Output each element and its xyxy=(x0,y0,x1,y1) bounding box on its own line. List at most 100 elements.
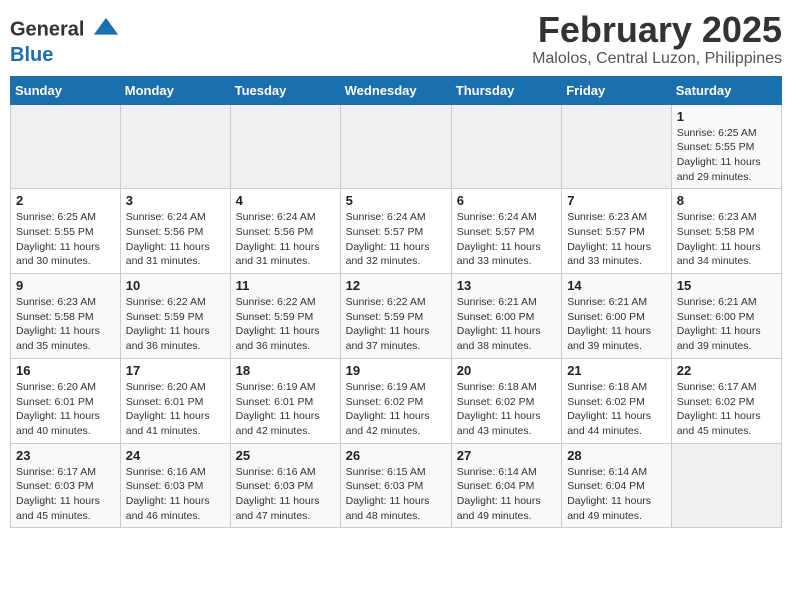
day-cell: 17 Sunrise: 6:20 AM Sunset: 6:01 PM Dayli… xyxy=(120,358,230,443)
day-info: Sunrise: 6:16 AM Sunset: 6:03 PM Dayligh… xyxy=(236,465,335,524)
day-number: 17 xyxy=(126,363,225,378)
day-cell xyxy=(230,104,340,189)
col-header-sunday: Sunday xyxy=(11,76,121,104)
logo: General Blue xyxy=(10,16,120,66)
day-info: Sunrise: 6:15 AM Sunset: 6:03 PM Dayligh… xyxy=(346,465,446,524)
day-number: 3 xyxy=(126,193,225,208)
day-number: 28 xyxy=(567,448,666,463)
day-cell: 26 Sunrise: 6:15 AM Sunset: 6:03 PM Dayli… xyxy=(340,443,451,528)
day-info: Sunrise: 6:24 AM Sunset: 5:57 PM Dayligh… xyxy=(457,210,556,269)
day-number: 16 xyxy=(16,363,115,378)
day-cell: 27 Sunrise: 6:14 AM Sunset: 6:04 PM Dayli… xyxy=(451,443,561,528)
day-number: 24 xyxy=(126,448,225,463)
day-cell: 15 Sunrise: 6:21 AM Sunset: 6:00 PM Dayli… xyxy=(671,274,781,359)
day-cell: 11 Sunrise: 6:22 AM Sunset: 5:59 PM Dayli… xyxy=(230,274,340,359)
day-number: 13 xyxy=(457,278,556,293)
day-number: 26 xyxy=(346,448,446,463)
day-info: Sunrise: 6:21 AM Sunset: 6:00 PM Dayligh… xyxy=(567,295,666,354)
day-number: 23 xyxy=(16,448,115,463)
day-cell xyxy=(562,104,672,189)
day-cell: 20 Sunrise: 6:18 AM Sunset: 6:02 PM Dayli… xyxy=(451,358,561,443)
day-cell: 7 Sunrise: 6:23 AM Sunset: 5:57 PM Daylig… xyxy=(562,189,672,274)
day-info: Sunrise: 6:14 AM Sunset: 6:04 PM Dayligh… xyxy=(567,465,666,524)
col-header-thursday: Thursday xyxy=(451,76,561,104)
day-info: Sunrise: 6:24 AM Sunset: 5:56 PM Dayligh… xyxy=(236,210,335,269)
day-info: Sunrise: 6:22 AM Sunset: 5:59 PM Dayligh… xyxy=(346,295,446,354)
week-row-3: 9 Sunrise: 6:23 AM Sunset: 5:58 PM Daylig… xyxy=(11,274,782,359)
week-row-2: 2 Sunrise: 6:25 AM Sunset: 5:55 PM Daylig… xyxy=(11,189,782,274)
day-cell: 5 Sunrise: 6:24 AM Sunset: 5:57 PM Daylig… xyxy=(340,189,451,274)
day-cell: 2 Sunrise: 6:25 AM Sunset: 5:55 PM Daylig… xyxy=(11,189,121,274)
month-title: February 2025 xyxy=(532,10,782,50)
day-info: Sunrise: 6:25 AM Sunset: 5:55 PM Dayligh… xyxy=(677,126,776,185)
day-info: Sunrise: 6:17 AM Sunset: 6:03 PM Dayligh… xyxy=(16,465,115,524)
day-number: 21 xyxy=(567,363,666,378)
col-header-friday: Friday xyxy=(562,76,672,104)
day-number: 4 xyxy=(236,193,335,208)
day-number: 7 xyxy=(567,193,666,208)
day-cell xyxy=(671,443,781,528)
day-info: Sunrise: 6:20 AM Sunset: 6:01 PM Dayligh… xyxy=(16,380,115,439)
day-info: Sunrise: 6:24 AM Sunset: 5:57 PM Dayligh… xyxy=(346,210,446,269)
day-info: Sunrise: 6:19 AM Sunset: 6:02 PM Dayligh… xyxy=(346,380,446,439)
day-info: Sunrise: 6:17 AM Sunset: 6:02 PM Dayligh… xyxy=(677,380,776,439)
day-number: 25 xyxy=(236,448,335,463)
col-header-monday: Monday xyxy=(120,76,230,104)
day-number: 9 xyxy=(16,278,115,293)
day-cell: 6 Sunrise: 6:24 AM Sunset: 5:57 PM Daylig… xyxy=(451,189,561,274)
day-cell xyxy=(120,104,230,189)
day-cell: 18 Sunrise: 6:19 AM Sunset: 6:01 PM Dayli… xyxy=(230,358,340,443)
day-cell: 4 Sunrise: 6:24 AM Sunset: 5:56 PM Daylig… xyxy=(230,189,340,274)
day-cell xyxy=(340,104,451,189)
day-number: 15 xyxy=(677,278,776,293)
day-cell xyxy=(451,104,561,189)
day-number: 2 xyxy=(16,193,115,208)
day-cell: 16 Sunrise: 6:20 AM Sunset: 6:01 PM Dayli… xyxy=(11,358,121,443)
day-number: 22 xyxy=(677,363,776,378)
day-info: Sunrise: 6:24 AM Sunset: 5:56 PM Dayligh… xyxy=(126,210,225,269)
day-number: 18 xyxy=(236,363,335,378)
day-info: Sunrise: 6:23 AM Sunset: 5:57 PM Dayligh… xyxy=(567,210,666,269)
day-number: 5 xyxy=(346,193,446,208)
col-header-saturday: Saturday xyxy=(671,76,781,104)
day-info: Sunrise: 6:21 AM Sunset: 6:00 PM Dayligh… xyxy=(677,295,776,354)
day-info: Sunrise: 6:22 AM Sunset: 5:59 PM Dayligh… xyxy=(126,295,225,354)
logo-blue: Blue xyxy=(10,44,120,66)
col-header-tuesday: Tuesday xyxy=(230,76,340,104)
day-cell: 10 Sunrise: 6:22 AM Sunset: 5:59 PM Dayli… xyxy=(120,274,230,359)
day-number: 11 xyxy=(236,278,335,293)
day-info: Sunrise: 6:23 AM Sunset: 5:58 PM Dayligh… xyxy=(677,210,776,269)
day-number: 10 xyxy=(126,278,225,293)
week-row-1: 1 Sunrise: 6:25 AM Sunset: 5:55 PM Daylig… xyxy=(11,104,782,189)
day-cell: 28 Sunrise: 6:14 AM Sunset: 6:04 PM Dayli… xyxy=(562,443,672,528)
day-info: Sunrise: 6:19 AM Sunset: 6:01 PM Dayligh… xyxy=(236,380,335,439)
day-number: 14 xyxy=(567,278,666,293)
week-row-5: 23 Sunrise: 6:17 AM Sunset: 6:03 PM Dayli… xyxy=(11,443,782,528)
day-number: 12 xyxy=(346,278,446,293)
day-info: Sunrise: 6:22 AM Sunset: 5:59 PM Dayligh… xyxy=(236,295,335,354)
day-cell: 24Sunrise: 6:16 AM Sunset: 6:03 PM Dayli… xyxy=(120,443,230,528)
day-info: Sunrise: 6:14 AM Sunset: 6:04 PM Dayligh… xyxy=(457,465,556,524)
day-number: 19 xyxy=(346,363,446,378)
header: General Blue February 2025 Malolos, Cent… xyxy=(10,10,782,68)
day-number: 27 xyxy=(457,448,556,463)
day-number: 1 xyxy=(677,109,776,124)
day-cell: 12 Sunrise: 6:22 AM Sunset: 5:59 PM Dayli… xyxy=(340,274,451,359)
day-info: Sunrise: 6:18 AM Sunset: 6:02 PM Dayligh… xyxy=(457,380,556,439)
day-cell: 9 Sunrise: 6:23 AM Sunset: 5:58 PM Daylig… xyxy=(11,274,121,359)
title-block: February 2025 Malolos, Central Luzon, Ph… xyxy=(532,10,782,68)
day-cell: 25 Sunrise: 6:16 AM Sunset: 6:03 PM Dayli… xyxy=(230,443,340,528)
logo-general: General xyxy=(10,16,120,44)
day-info: Sunrise: 6:25 AM Sunset: 5:55 PM Dayligh… xyxy=(16,210,115,269)
calendar-header-row: SundayMondayTuesdayWednesdayThursdayFrid… xyxy=(11,76,782,104)
day-cell xyxy=(11,104,121,189)
day-cell: 8Sunrise: 6:23 AM Sunset: 5:58 PM Daylig… xyxy=(671,189,781,274)
day-cell: 19 Sunrise: 6:19 AM Sunset: 6:02 PM Dayli… xyxy=(340,358,451,443)
day-number: 20 xyxy=(457,363,556,378)
col-header-wednesday: Wednesday xyxy=(340,76,451,104)
day-cell: 23 Sunrise: 6:17 AM Sunset: 6:03 PM Dayli… xyxy=(11,443,121,528)
day-info: Sunrise: 6:23 AM Sunset: 5:58 PM Dayligh… xyxy=(16,295,115,354)
day-cell: 14 Sunrise: 6:21 AM Sunset: 6:00 PM Dayli… xyxy=(562,274,672,359)
day-number: 6 xyxy=(457,193,556,208)
day-info: Sunrise: 6:20 AM Sunset: 6:01 PM Dayligh… xyxy=(126,380,225,439)
